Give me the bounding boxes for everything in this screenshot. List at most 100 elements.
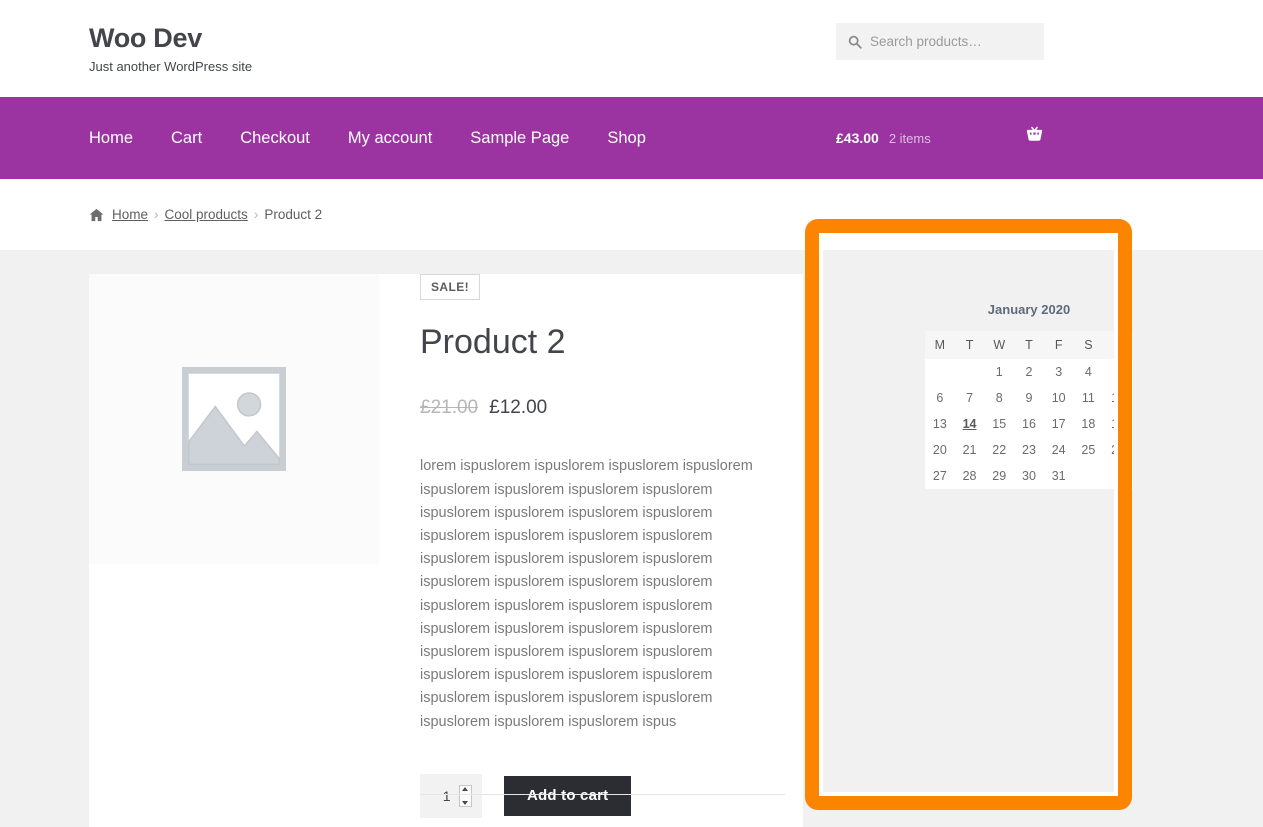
product-gallery[interactable] [89, 274, 379, 564]
breadcrumb-bar: Home › Cool products › Product 2 [0, 179, 1263, 250]
calendar-weekday-wed: W [984, 331, 1015, 359]
calendar-table: M T W T F S S 1 2 3 4 5 6 7 8 9 10 11 12 13 14 15 16 17 1… [925, 331, 1133, 489]
calendar-day-cell[interactable]: 30 [1014, 463, 1044, 489]
calendar-day-cell[interactable]: 1 [984, 359, 1015, 385]
calendar-week-row: 13 14 15 16 17 18 19 [925, 411, 1133, 437]
site-tagline: Just another WordPress site [89, 58, 253, 74]
home-icon [89, 208, 104, 222]
calendar-day-cell[interactable]: 9 [1014, 385, 1044, 411]
cart-button[interactable] [1024, 97, 1045, 179]
calendar-body: 1 2 3 4 5 6 7 8 9 10 11 12 13 14 15 16 17 18 19 20 21 22 23 24 2… [925, 359, 1133, 489]
calendar-caption: January 2020 [987, 302, 1071, 317]
calendar-day-cell[interactable]: 17 [1043, 411, 1074, 437]
product-section-divider [420, 794, 785, 795]
search-input[interactable] [870, 34, 1044, 49]
site-title[interactable]: Woo Dev [89, 23, 252, 54]
calendar-weekday-tue: T [954, 331, 985, 359]
calendar-weekday-thu: T [1014, 331, 1044, 359]
calendar-day-cell[interactable]: 5 [1103, 359, 1133, 385]
shopping-basket-icon [1024, 125, 1045, 151]
calendar-week-row: 12345 [925, 359, 1133, 385]
calendar-empty-cell [1073, 463, 1104, 489]
product-summary: SALE! Product 2 £21.00 £12.00 lorem ispu… [420, 274, 780, 818]
cart-item-count: 2 items [888, 130, 931, 146]
calendar-weekday-fri: F [1043, 331, 1074, 359]
product-price: £21.00 £12.00 [420, 397, 780, 419]
calendar-day-cell[interactable]: 28 [954, 463, 985, 489]
calendar-day-cell[interactable]: 11 [1073, 385, 1104, 411]
calendar-today[interactable]: 14 [963, 417, 977, 431]
nav-item-my-account[interactable]: My account [348, 129, 432, 148]
calendar-day-cell[interactable]: 3 [1043, 359, 1074, 385]
calendar-day-cell[interactable]: 13 [925, 411, 955, 437]
calendar-weekday-sun: S [1103, 331, 1133, 359]
calendar-empty-cell [954, 359, 985, 385]
calendar-week-row: 27 28 29 30 31 [925, 463, 1133, 489]
sale-badge: SALE! [420, 274, 480, 300]
add-to-cart-form: Add to cart [420, 773, 780, 818]
product-container: SALE! Product 2 £21.00 £12.00 lorem ispu… [89, 274, 803, 827]
content-band: SALE! Product 2 £21.00 £12.00 lorem ispu… [0, 250, 1263, 827]
quantity-spinner-icon[interactable] [458, 784, 472, 807]
calendar-day-cell[interactable]: 16 [1014, 411, 1044, 437]
calendar-empty-cell [1103, 463, 1133, 489]
breadcrumb-separator-1: › [154, 207, 159, 222]
primary-navigation: Home Cart Checkout My account Sample Pag… [0, 97, 1263, 179]
nav-item-cart[interactable]: Cart [171, 129, 202, 148]
site-branding[interactable]: Woo Dev Just another WordPress site [89, 23, 253, 74]
calendar-day-cell[interactable]: 24 [1043, 437, 1074, 463]
calendar-day-cell[interactable]: 21 [954, 437, 985, 463]
calendar-weekday-row: M T W T F S S [925, 331, 1133, 359]
calendar-day-cell[interactable]: 10 [1043, 385, 1074, 411]
cart-summary[interactable]: £43.00 2 items [836, 97, 931, 179]
quantity-input[interactable] [430, 786, 453, 805]
add-to-cart-button[interactable]: Add to cart [504, 775, 632, 816]
calendar-day-cell[interactable]: 25 [1073, 437, 1104, 463]
content-inner: SALE! Product 2 £21.00 £12.00 lorem ispu… [89, 250, 1174, 827]
calendar-day-cell[interactable]: 22 [984, 437, 1015, 463]
calendar-week-row: 20 21 22 23 24 25 26 [925, 437, 1133, 463]
calendar-day-cell[interactable]: 2 [1014, 359, 1044, 385]
calendar-day-cell[interactable]: 18 [1073, 411, 1104, 437]
calendar-day-cell[interactable]: 26 [1103, 437, 1133, 463]
calendar-weekday-mon: M [925, 331, 955, 359]
breadcrumb-separator-2: › [253, 207, 259, 222]
calendar-day-cell[interactable]: 29 [984, 463, 1015, 489]
image-placeholder-icon [181, 366, 287, 472]
calendar-day-cell[interactable]: 15 [984, 411, 1015, 437]
quantity-stepper[interactable] [420, 773, 482, 818]
site-header: Woo Dev Just another WordPress site [0, 0, 1263, 97]
sidebar: January 2020 M T W T F S S 12345678 9 10… [836, 274, 1174, 827]
product-search-form[interactable] [836, 23, 1044, 60]
calendar-week-row: 6 7 8 9 10 11 12 [925, 385, 1133, 411]
nav-item-shop[interactable]: Shop [607, 129, 646, 148]
calendar-day-cell[interactable]: 7 [954, 385, 985, 411]
calendar-day-cell[interactable]: 4 [1073, 359, 1104, 385]
calendar-weekday-sat: S [1073, 331, 1104, 359]
calendar-day-cell[interactable]: 19 [1103, 411, 1133, 437]
nav-item-home[interactable]: Home [89, 129, 133, 148]
calendar-day-cell[interactable]: 14 [954, 411, 985, 437]
price-original: £21.00 [420, 397, 479, 419]
nav-links: Home Cart Checkout My account Sample Pag… [89, 129, 646, 148]
calendar-day-cell[interactable]: 31 [1043, 463, 1074, 489]
search-icon [848, 35, 870, 49]
breadcrumb-item-cool-products[interactable]: Cool products [165, 207, 248, 222]
calendar-day-cell[interactable]: 6 [925, 385, 955, 411]
calendar-day-cell[interactable]: 8 [984, 385, 1015, 411]
product-title: Product 2 [420, 323, 566, 361]
cart-total-amount: £43.00 [836, 130, 879, 146]
calendar-widget: January 2020 M T W T F S S 12345678 9 10… [925, 293, 1133, 489]
breadcrumb-item-current: Product 2 [264, 207, 323, 222]
calendar-day-cell[interactable]: 20 [925, 437, 955, 463]
price-sale: £12.00 [489, 397, 548, 419]
nav-item-sample-page[interactable]: Sample Page [470, 129, 569, 148]
nav-item-checkout[interactable]: Checkout [240, 129, 310, 148]
calendar-day-cell[interactable]: 12 [1103, 385, 1133, 411]
calendar-day-cell[interactable]: 27 [925, 463, 955, 489]
breadcrumb: Home › Cool products › Product 2 [89, 207, 322, 222]
breadcrumb-item-home[interactable]: Home [112, 207, 148, 222]
product-short-description: lorem ispuslorem ispuslorem ispuslorem i… [420, 458, 753, 730]
calendar-day-cell[interactable]: 23 [1014, 437, 1044, 463]
calendar-empty-cell [925, 359, 955, 385]
